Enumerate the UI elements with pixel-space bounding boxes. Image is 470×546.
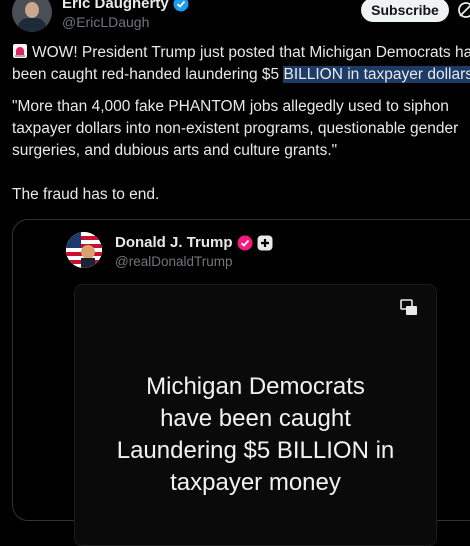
tweet-text: WOW! President Trump just posted that Mi… — [12, 42, 470, 86]
avatar-body — [18, 18, 46, 32]
tweet-line-1-text: WOW! President Trump just posted that Mi… — [32, 44, 470, 61]
tweet-quote-line-3: surgeries, and dubious arts and culture … — [12, 142, 338, 159]
avatar-face — [25, 2, 39, 18]
plus-icon — [257, 235, 273, 250]
tweet-quote-paragraph: "More than 4,000 fake PHANTOM jobs alleg… — [12, 96, 458, 162]
tweet-line-2: been caught red-handed laundering $5 BIL… — [12, 64, 470, 86]
media-icon[interactable] — [398, 297, 420, 319]
author-name-text: Eric Daugherty — [62, 0, 169, 12]
media-caption-line-3: Laundering $5 BILLION in — [116, 437, 395, 464]
grok-icon[interactable] — [456, 0, 470, 20]
media-caption: Michigan Democrats have been caught Laun… — [75, 371, 436, 499]
quoted-author-handle[interactable]: @realDonaldTrump — [115, 254, 233, 269]
tweet-line-2-before: been caught red-handed laundering $5 — [12, 66, 284, 83]
media-caption-line-4: taxpayer money — [170, 469, 341, 496]
quoted-post-card[interactable]: Donald J. Trump @realDonaldTrump Michiga… — [12, 219, 470, 546]
flag-avatar-image — [66, 232, 102, 268]
author-name[interactable]: Eric Daugherty — [62, 0, 189, 12]
tweet-quote-line-2: taxpayer dollars into non-existent progr… — [12, 120, 459, 137]
quoted-author-avatar[interactable] — [66, 232, 102, 268]
siren-icon — [13, 44, 27, 58]
tweet-header: Eric Daugherty @EricLDaugh Subscribe — [0, 0, 470, 38]
verified-icon — [237, 235, 253, 250]
tweet-line-1: WOW! President Trump just posted that Mi… — [12, 42, 470, 64]
quoted-author-name-text: Donald J. Trump — [115, 234, 233, 251]
tweet-quote-line-1: "More than 4,000 fake PHANTOM jobs alleg… — [12, 98, 449, 115]
avatar[interactable] — [12, 0, 52, 32]
quoted-author-name[interactable]: Donald J. Trump — [115, 234, 273, 251]
tweet-highlighted-text: BILLION in taxpayer dollars — [283, 66, 470, 83]
media-caption-line-2: have been caught — [160, 405, 351, 432]
subscribe-button[interactable]: Subscribe — [361, 0, 449, 22]
tweet-closing-line: The fraud has to end. — [12, 186, 160, 203]
quoted-media-image[interactable]: Michigan Democrats have been caught Laun… — [74, 284, 437, 546]
verified-icon — [173, 0, 189, 11]
media-caption-line-1: Michigan Democrats — [146, 373, 365, 400]
author-handle[interactable]: @EricLDaugh — [62, 14, 149, 30]
